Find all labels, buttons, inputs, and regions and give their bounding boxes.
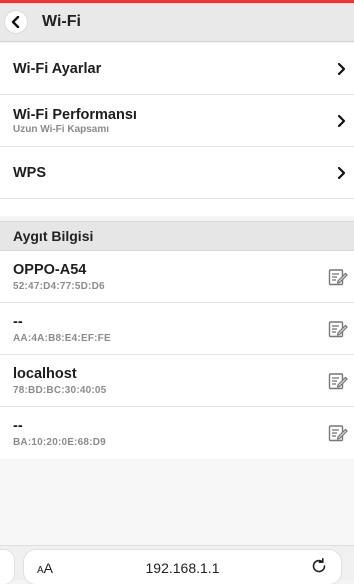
list-item: -- BA:10:20:0E:68:D9 <box>0 407 354 459</box>
edit-icon[interactable] <box>328 267 348 287</box>
device-list: OPPO-A54 52:47:D4:77:5D:D6 -- AA:4A:B8:E… <box>0 251 354 459</box>
setting-label: WPS <box>13 164 47 181</box>
setting-sublabel: Uzun Wi-Fi Kapsamı <box>13 123 110 135</box>
list-item: localhost 78:BD:BC:30:40:05 <box>0 355 354 407</box>
edit-icon[interactable] <box>328 371 348 391</box>
device-mac: BA:10:20:0E:68:D9 <box>13 437 106 448</box>
chevron-left-icon <box>11 16 20 28</box>
wifi-settings-row[interactable]: Wi-Fi Ayarlar <box>0 43 354 95</box>
device-name: localhost <box>13 365 77 382</box>
device-name: -- <box>13 418 23 434</box>
setting-label: Wi-Fi Performansı <box>13 106 137 123</box>
wps-row[interactable]: WPS <box>0 147 354 199</box>
chevron-right-icon <box>337 166 346 179</box>
edit-icon[interactable] <box>328 423 348 443</box>
chevron-right-icon <box>337 62 346 75</box>
page-title: Wi-Fi <box>42 13 81 30</box>
content-empty-area <box>0 460 354 545</box>
chevron-right-icon <box>337 114 346 127</box>
device-mac: 52:47:D4:77:5D:D6 <box>13 280 105 292</box>
previous-tab-pill[interactable] <box>0 550 14 584</box>
browser-address-bar: AA 192.168.1.1 <box>0 545 354 584</box>
wifi-performance-row[interactable]: Wi-Fi Performansı Uzun Wi-Fi Kapsamı <box>0 95 354 147</box>
device-mac: 78:BD:BC:30:40:05 <box>13 384 107 396</box>
list-item: -- AA:4A:B8:E4:EF:FE <box>0 303 354 355</box>
device-section-header: Aygıt Bilgisi <box>0 221 354 251</box>
section-title: Aygıt Bilgisi <box>13 228 94 244</box>
url-field[interactable]: AA 192.168.1.1 <box>24 550 341 584</box>
wifi-settings-list: Wi-Fi Ayarlar Wi-Fi Performansı Uzun Wi-… <box>0 43 354 216</box>
list-item: OPPO-A54 52:47:D4:77:5D:D6 <box>0 251 354 303</box>
back-button[interactable] <box>5 11 27 33</box>
reload-icon[interactable] <box>310 557 328 575</box>
page-header: Wi-Fi <box>0 3 354 42</box>
edit-icon[interactable] <box>328 319 348 339</box>
device-name: OPPO-A54 <box>13 261 87 278</box>
setting-label: Wi-Fi Ayarlar <box>13 60 102 77</box>
device-name: -- <box>13 313 23 330</box>
device-mac: AA:4A:B8:E4:EF:FE <box>13 332 111 344</box>
url-text: 192.168.1.1 <box>145 560 220 576</box>
